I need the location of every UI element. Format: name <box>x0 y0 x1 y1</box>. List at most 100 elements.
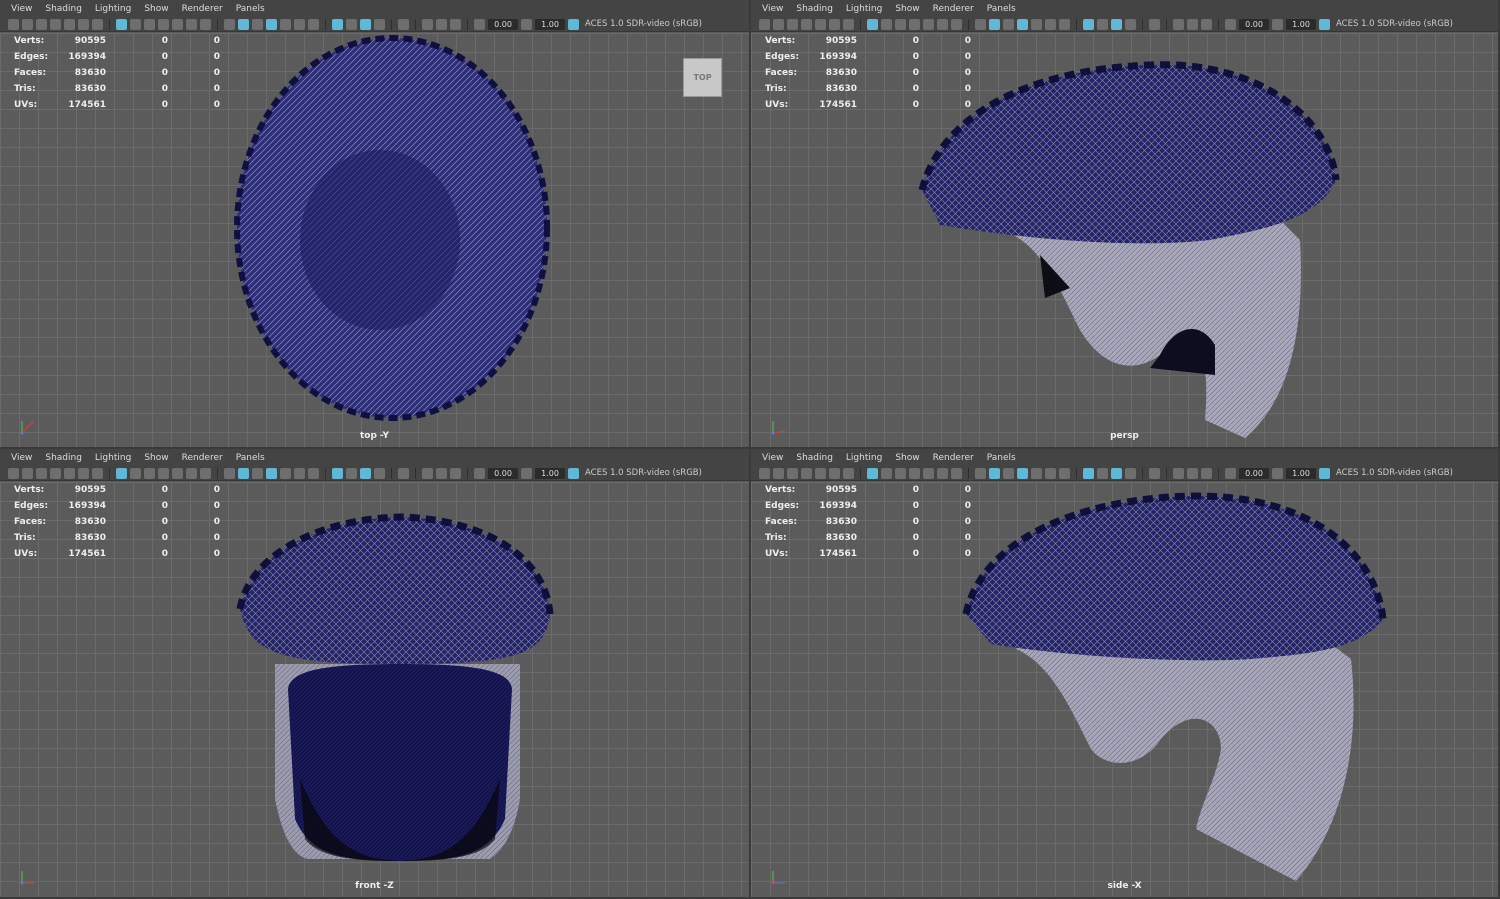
menu-show[interactable]: Show <box>139 453 176 463</box>
field-chart-icon[interactable] <box>909 18 920 30</box>
xray-components-icon[interactable] <box>1125 467 1136 479</box>
lights-icon[interactable] <box>1045 467 1056 479</box>
exposure-icon[interactable] <box>1225 18 1236 30</box>
camera-attributes-icon[interactable] <box>773 467 784 479</box>
menu-panels[interactable]: Panels <box>231 453 273 463</box>
ambient-occlusion-icon[interactable] <box>1173 467 1184 479</box>
menu-view[interactable]: View <box>757 4 791 14</box>
wireframe-on-shaded-icon[interactable] <box>266 18 277 30</box>
lights-icon[interactable] <box>294 467 305 479</box>
menu-lighting[interactable]: Lighting <box>90 453 139 463</box>
xray-icon[interactable] <box>346 18 357 30</box>
wireframe-on-shaded-icon[interactable] <box>1017 467 1028 479</box>
xray-components-icon[interactable] <box>374 18 385 30</box>
viewport-front[interactable]: View Shading Lighting Show Renderer Pane… <box>0 449 751 899</box>
gamma-icon[interactable] <box>1272 18 1283 30</box>
default-material-icon[interactable] <box>252 18 263 30</box>
menu-view[interactable]: View <box>6 453 40 463</box>
motion-blur-icon[interactable] <box>436 18 447 30</box>
select-camera-icon[interactable] <box>1149 18 1160 30</box>
film-gate-icon[interactable] <box>78 18 89 30</box>
camera-icon[interactable] <box>759 467 770 479</box>
gamma-icon[interactable] <box>1272 467 1283 479</box>
view-transform-label[interactable]: ACES 1.0 SDR-video (sRGB) <box>585 19 702 29</box>
motion-blur-icon[interactable] <box>1187 467 1198 479</box>
grid-toggle-icon[interactable] <box>116 18 127 30</box>
grid-icon[interactable] <box>64 467 75 479</box>
pan-zoom-icon[interactable] <box>200 18 211 30</box>
camera-attributes-icon[interactable] <box>22 467 33 479</box>
wireframe-on-shaded-icon[interactable] <box>1017 18 1028 30</box>
motion-blur-icon[interactable] <box>1187 18 1198 30</box>
smooth-shade-icon[interactable] <box>238 467 249 479</box>
exposure-icon[interactable] <box>1225 467 1236 479</box>
default-material-icon[interactable] <box>1003 18 1014 30</box>
menu-renderer[interactable]: Renderer <box>177 453 231 463</box>
wireframe-on-shaded-icon[interactable] <box>266 467 277 479</box>
select-camera-icon[interactable] <box>398 467 409 479</box>
exposure-field[interactable]: 0.00 <box>488 467 518 479</box>
film-gate-icon[interactable] <box>829 467 840 479</box>
xray-components-icon[interactable] <box>374 467 385 479</box>
wireframe-icon[interactable] <box>224 18 235 30</box>
smooth-shade-icon[interactable] <box>238 18 249 30</box>
exposure-field[interactable]: 0.00 <box>1239 467 1269 479</box>
anti-alias-icon[interactable] <box>450 467 461 479</box>
image-plane-icon[interactable] <box>50 18 61 30</box>
color-management-icon[interactable] <box>568 18 579 30</box>
wireframe-icon[interactable] <box>224 467 235 479</box>
grid-icon[interactable] <box>64 18 75 30</box>
xray-joints-icon[interactable] <box>1111 18 1122 30</box>
default-material-icon[interactable] <box>1003 467 1014 479</box>
exposure-icon[interactable] <box>474 18 485 30</box>
bookmark-icon[interactable] <box>787 18 798 30</box>
menu-panels[interactable]: Panels <box>982 4 1024 14</box>
shadows-icon[interactable] <box>308 18 319 30</box>
viewport-persp[interactable]: View Shading Lighting Show Renderer Pane… <box>751 0 1500 449</box>
gate-mask-icon[interactable] <box>144 18 155 30</box>
menu-shading[interactable]: Shading <box>791 4 841 14</box>
camera-attributes-icon[interactable] <box>22 18 33 30</box>
grid-toggle-icon[interactable] <box>867 18 878 30</box>
exposure-icon[interactable] <box>474 467 485 479</box>
ambient-occlusion-icon[interactable] <box>422 467 433 479</box>
menu-renderer[interactable]: Renderer <box>928 453 982 463</box>
pencil-icon[interactable] <box>92 467 103 479</box>
color-management-icon[interactable] <box>1319 18 1330 30</box>
anti-alias-icon[interactable] <box>1201 18 1212 30</box>
menu-show[interactable]: Show <box>139 4 176 14</box>
resolution-gate-icon[interactable] <box>881 467 892 479</box>
film-gate-icon[interactable] <box>829 18 840 30</box>
motion-blur-icon[interactable] <box>436 467 447 479</box>
menu-view[interactable]: View <box>757 453 791 463</box>
film-gate-icon[interactable] <box>78 467 89 479</box>
field-chart-icon[interactable] <box>158 467 169 479</box>
safe-title-icon[interactable] <box>937 467 948 479</box>
wireframe-icon[interactable] <box>975 467 986 479</box>
camera-attributes-icon[interactable] <box>773 18 784 30</box>
textured-icon[interactable] <box>280 467 291 479</box>
menu-show[interactable]: Show <box>890 4 927 14</box>
gate-mask-icon[interactable] <box>895 18 906 30</box>
isolate-select-icon[interactable] <box>332 18 343 30</box>
menu-lighting[interactable]: Lighting <box>841 453 890 463</box>
viewport-top[interactable]: View Shading Lighting Show Renderer Pane… <box>0 0 751 449</box>
xray-joints-icon[interactable] <box>360 467 371 479</box>
gamma-icon[interactable] <box>521 467 532 479</box>
textured-icon[interactable] <box>1031 467 1042 479</box>
shadows-icon[interactable] <box>308 467 319 479</box>
safe-action-icon[interactable] <box>172 18 183 30</box>
lights-icon[interactable] <box>294 18 305 30</box>
gate-mask-icon[interactable] <box>895 467 906 479</box>
resolution-gate-icon[interactable] <box>130 467 141 479</box>
safe-action-icon[interactable] <box>923 18 934 30</box>
gamma-field[interactable]: 1.00 <box>1286 467 1316 479</box>
textured-icon[interactable] <box>1031 18 1042 30</box>
field-chart-icon[interactable] <box>158 18 169 30</box>
gamma-field[interactable]: 1.00 <box>535 467 565 479</box>
menu-renderer[interactable]: Renderer <box>928 4 982 14</box>
resolution-gate-icon[interactable] <box>881 18 892 30</box>
image-plane-icon[interactable] <box>50 467 61 479</box>
textured-icon[interactable] <box>280 18 291 30</box>
xray-icon[interactable] <box>1097 18 1108 30</box>
